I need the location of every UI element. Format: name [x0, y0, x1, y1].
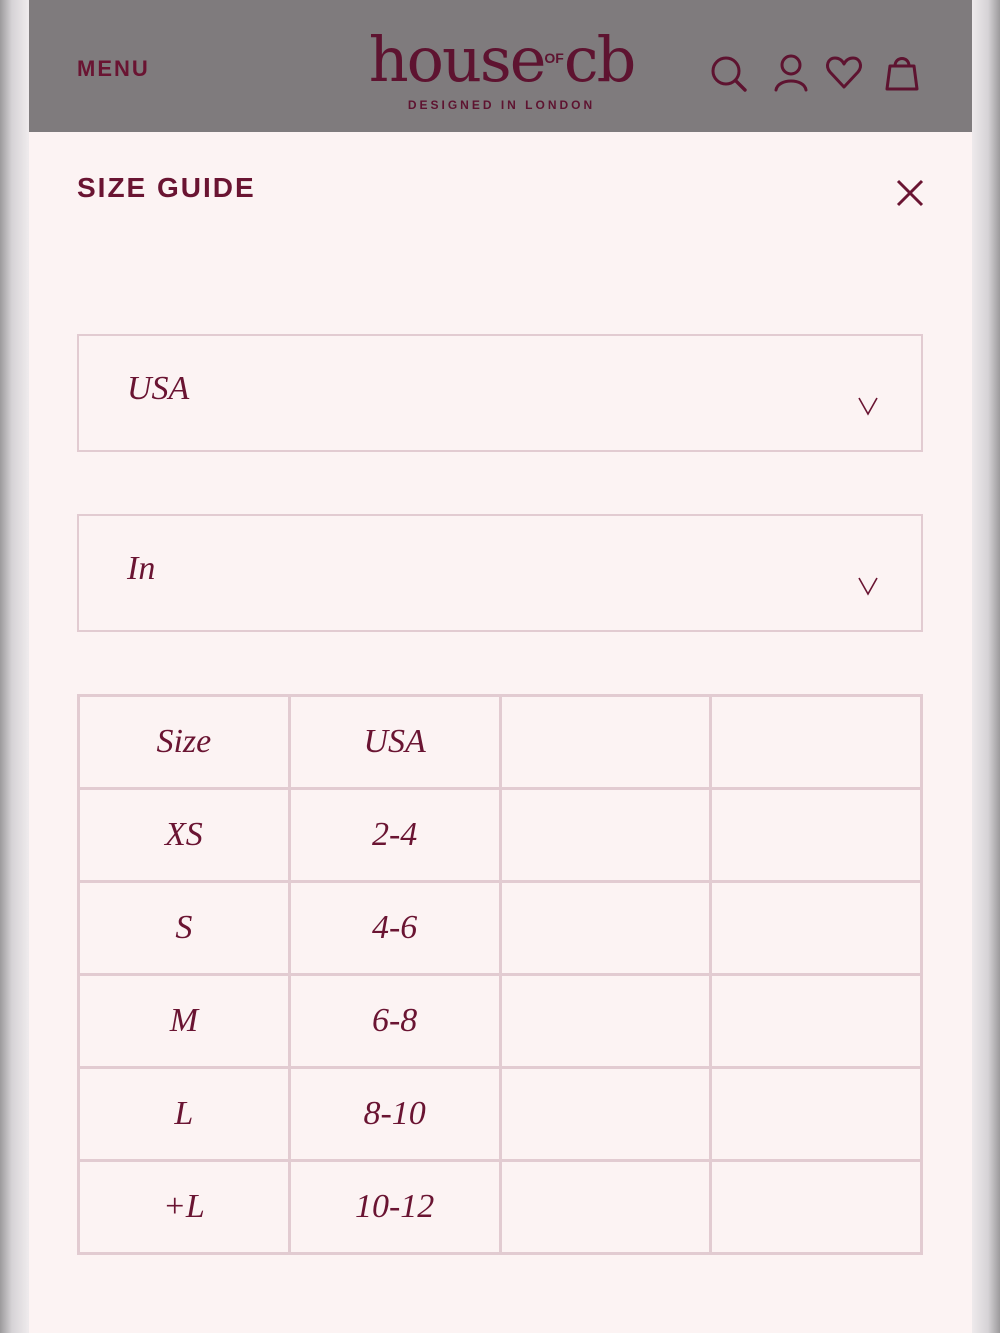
table-cell: S: [77, 880, 291, 976]
table-cell: 10-12: [287, 1159, 502, 1255]
table-row: M 6-8: [77, 973, 923, 1069]
chevron-down-icon: [857, 396, 879, 416]
table-cell: 2-4: [287, 787, 502, 883]
region-select-value: USA: [127, 370, 190, 407]
table-cell: 6-8: [287, 973, 502, 1069]
logo-word-left: house: [368, 23, 547, 96]
table-cell: [709, 787, 923, 883]
unit-select[interactable]: In: [77, 514, 923, 632]
table-cell: 8-10: [287, 1066, 502, 1162]
table-row: S 4-6: [77, 880, 923, 976]
close-icon[interactable]: [891, 174, 929, 212]
account-icon[interactable]: [771, 52, 811, 94]
table-cell: 4-6: [287, 880, 502, 976]
wishlist-heart-icon[interactable]: [824, 52, 864, 94]
region-select[interactable]: USA: [77, 334, 923, 452]
brand-logo[interactable]: houseOFcb DESIGNED IN LONDON: [349, 22, 654, 122]
table-cell: [498, 880, 713, 976]
logo-word-right: cb: [563, 23, 636, 96]
site-header: MENU houseOFcb DESIGNED IN LONDON: [29, 0, 972, 132]
table-row: L 8-10: [77, 1066, 923, 1162]
logo-tagline: DESIGNED IN LONDON: [407, 98, 596, 112]
table-header-cell: [498, 694, 713, 790]
table-cell: M: [77, 973, 291, 1069]
size-guide-title: SIZE GUIDE: [77, 172, 256, 203]
table-cell: L: [77, 1066, 291, 1162]
table-cell: +L: [77, 1159, 291, 1255]
size-chart-table: Size USA XS 2-4 S 4-6 M 6-8 L 8-10 +L 10…: [77, 694, 923, 1255]
table-header-cell: [709, 694, 923, 790]
logo-wordmark: houseOFcb: [349, 22, 654, 96]
chevron-down-icon: [857, 576, 879, 596]
table-header-row: Size USA: [77, 694, 923, 790]
table-cell: [498, 1159, 713, 1255]
table-row: XS 2-4: [77, 787, 923, 883]
unit-select-value: In: [127, 550, 156, 587]
table-cell: [709, 880, 923, 976]
table-cell: [498, 1066, 713, 1162]
table-row: +L 10-12: [77, 1159, 923, 1255]
table-cell: [709, 1159, 923, 1255]
shopping-bag-icon[interactable]: [882, 52, 922, 94]
size-guide-page: MENU houseOFcb DESIGNED IN LONDON SIZE G…: [29, 0, 972, 1333]
table-cell: [709, 1066, 923, 1162]
table-cell: [498, 787, 713, 883]
search-icon[interactable]: [709, 52, 749, 94]
logo-word-small: OF: [544, 50, 564, 66]
table-header-cell: Size: [77, 694, 291, 790]
menu-button[interactable]: MENU: [77, 56, 150, 82]
table-cell: [709, 973, 923, 1069]
table-cell: [498, 973, 713, 1069]
table-header-cell: USA: [287, 694, 502, 790]
table-cell: XS: [77, 787, 291, 883]
